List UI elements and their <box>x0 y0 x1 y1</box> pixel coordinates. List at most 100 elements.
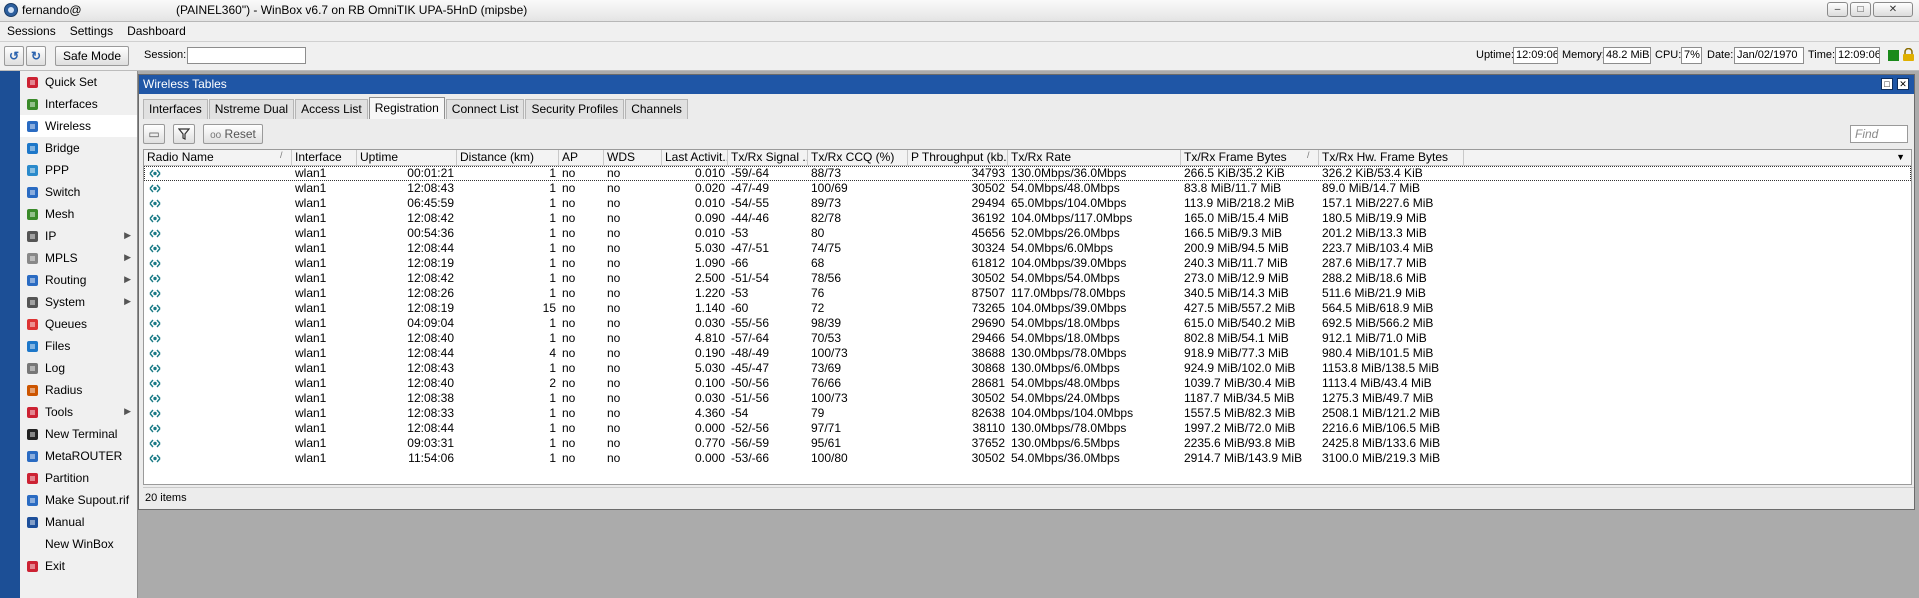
table-row[interactable]: wlan1 12:08:42 1 no no 0.090 -44/-46 82/78 36192… <box>144 211 1911 226</box>
column-header-throughput[interactable]: P Throughput (kb... <box>908 150 1008 165</box>
column-header-signal[interactable]: Tx/Rx Signal ... <box>728 150 808 165</box>
column-header-interface[interactable]: Interface <box>292 150 357 165</box>
cell-rate: 130.0Mbps/6.5Mbps <box>1011 436 1120 450</box>
cell-last-activity: 4.810 <box>694 331 725 345</box>
menu-sessions[interactable]: Sessions <box>0 22 63 41</box>
sidebar-item-make-supout-rif[interactable]: Make Supout.rif <box>20 489 137 511</box>
cell-ap: no <box>562 271 576 285</box>
table-row[interactable]: wlan1 12:08:40 1 no no 4.810 -57/-64 70/53 29466… <box>144 331 1911 346</box>
column-header-frame-bytes[interactable]: Tx/Rx Frame Bytes <box>1181 150 1319 165</box>
window-close-icon[interactable]: ✕ <box>1897 78 1909 90</box>
sidebar-item-ppp[interactable]: PPP <box>20 159 137 181</box>
menu-settings[interactable]: Settings <box>63 22 120 41</box>
maximize-button[interactable]: □ <box>1850 2 1871 17</box>
sidebar-item-switch[interactable]: Switch <box>20 181 137 203</box>
table-row[interactable]: wlan1 12:08:43 1 no no 5.030 -45/-47 73/69 30868… <box>144 361 1911 376</box>
uptime-label: Uptime: <box>1476 49 1514 61</box>
column-menu-icon[interactable]: ▼ <box>1896 152 1905 162</box>
table-row[interactable]: wlan1 12:08:38 1 no no 0.030 -51/-56 100/73 3050… <box>144 391 1911 406</box>
sidebar-item-new-terminal[interactable]: New Terminal <box>20 423 137 445</box>
sidebar-item-label: MPLS <box>45 251 78 265</box>
sidebar-item-files[interactable]: Files <box>20 335 137 357</box>
filter-button[interactable] <box>173 124 195 144</box>
column-header-uptime[interactable]: Uptime <box>357 150 457 165</box>
close-button[interactable]: ✕ <box>1873 2 1913 17</box>
sidebar-item-manual[interactable]: Manual <box>20 511 137 533</box>
wireless-window-titlebar[interactable]: Wireless Tables □ ✕ <box>139 75 1914 94</box>
column-header-last-activity[interactable]: Last Activit... <box>662 150 728 165</box>
sidebar-item-tools[interactable]: Tools ▶ <box>20 401 137 423</box>
table-row[interactable]: wlan1 06:45:59 1 no no 0.010 -54/-55 89/73 29494… <box>144 196 1911 211</box>
sidebar-item-new-winbox[interactable]: New WinBox <box>20 533 137 555</box>
undo-button[interactable]: ↺ <box>4 46 24 66</box>
item-count: 20 items <box>143 487 1914 508</box>
wireless-tables-window[interactable]: Wireless Tables □ ✕ Interfaces Nstreme Du… <box>138 74 1915 510</box>
cell-wds: no <box>607 286 621 300</box>
table-row[interactable]: wlan1 00:01:21 1 no no 0.010 -59/-64 88/73 34793… <box>144 166 1911 181</box>
menu-dashboard[interactable]: Dashboard <box>120 22 193 41</box>
tab-nstreme-dual[interactable]: Nstreme Dual <box>208 99 295 119</box>
table-row[interactable]: wlan1 09:03:31 1 no no 0.770 -56/-59 95/61 37652… <box>144 436 1911 451</box>
redo-button[interactable]: ↻ <box>26 46 46 66</box>
remove-button[interactable]: ▭ <box>143 124 165 144</box>
cell-rate: 65.0Mbps/104.0Mbps <box>1011 196 1127 210</box>
reset-button[interactable]: oo Reset <box>203 124 263 144</box>
cell-frame-bytes: 200.9 MiB/94.5 MiB <box>1184 241 1289 255</box>
cell-hw-frame-bytes: 912.1 MiB/71.0 MiB <box>1322 331 1427 345</box>
safe-mode-button[interactable]: Safe Mode <box>55 46 129 66</box>
table-row[interactable]: wlan1 00:54:36 1 no no 0.010 -53 80 45656 52.0Mbp… <box>144 226 1911 241</box>
sidebar-item-mesh[interactable]: Mesh <box>20 203 137 225</box>
table-row[interactable]: wlan1 12:08:19 1 no no 1.090 -66 68 61812 104.0Mb… <box>144 256 1911 271</box>
wireless-window-title: Wireless Tables <box>143 77 227 91</box>
sidebar-item-queues[interactable]: Queues <box>20 313 137 335</box>
table-row[interactable]: wlan1 11:54:06 1 no no 0.000 -53/-66 100/80 3050… <box>144 451 1911 466</box>
column-header-rate[interactable]: Tx/Rx Rate <box>1008 150 1181 165</box>
tab-security-profiles[interactable]: Security Profiles <box>525 99 625 119</box>
tab-access-list[interactable]: Access List <box>295 99 368 119</box>
tab-connect-list[interactable]: Connect List <box>445 99 525 119</box>
sidebar-item-partition[interactable]: Partition <box>20 467 137 489</box>
table-row[interactable]: wlan1 12:08:40 2 no no 0.100 -50/-56 76/66 28681… <box>144 376 1911 391</box>
column-header-radio-name[interactable]: Radio Name <box>144 150 292 165</box>
sidebar-item-interfaces[interactable]: Interfaces <box>20 93 137 115</box>
cell-signal: -52/-56 <box>731 421 770 435</box>
sidebar-item-routing[interactable]: Routing ▶ <box>20 269 137 291</box>
column-header-wds[interactable]: WDS <box>604 150 662 165</box>
sidebar-item-log[interactable]: Log <box>20 357 137 379</box>
cell-uptime: 12:08:44 <box>407 346 454 360</box>
sidebar-item-wireless[interactable]: Wireless <box>20 115 137 137</box>
column-header-ap[interactable]: AP <box>559 150 604 165</box>
table-row[interactable]: wlan1 12:08:42 1 no no 2.500 -51/-54 78/56 30502… <box>144 271 1911 286</box>
sidebar-item-quick-set[interactable]: Quick Set <box>20 71 137 93</box>
sidebar-item-exit[interactable]: Exit <box>20 555 137 577</box>
sidebar-item-radius[interactable]: Radius <box>20 379 137 401</box>
column-header-ccq[interactable]: Tx/Rx CCQ (%) <box>808 150 908 165</box>
table-row[interactable]: wlan1 12:08:44 1 no no 5.030 -47/-51 74/75 30324… <box>144 241 1911 256</box>
tab-channels[interactable]: Channels <box>625 99 688 119</box>
session-field[interactable] <box>187 47 306 64</box>
cell-last-activity: 0.030 <box>694 316 725 330</box>
table-row[interactable]: wlan1 12:08:33 1 no no 4.360 -54 79 82638 104.0Mb… <box>144 406 1911 421</box>
table-row[interactable]: wlan1 12:08:19 15 no no 1.140 -60 72 73265 104.0M… <box>144 301 1911 316</box>
sidebar-item-ip[interactable]: IP ▶ <box>20 225 137 247</box>
table-row[interactable]: wlan1 12:08:26 1 no no 1.220 -53 76 87507 117.0Mb… <box>144 286 1911 301</box>
window-maximize-icon[interactable]: □ <box>1881 78 1893 90</box>
sidebar-item-metarouter[interactable]: MetaROUTER <box>20 445 137 467</box>
tab-interfaces[interactable]: Interfaces <box>143 99 208 119</box>
window-title-bar[interactable]: fernando@ (PAINEL360") - WinBox v6.7 on … <box>0 0 1919 22</box>
table-row[interactable]: wlan1 12:08:44 4 no no 0.190 -48/-49 100/73 3868… <box>144 346 1911 361</box>
table-row[interactable]: wlan1 12:08:44 1 no no 0.000 -52/-56 97/71 38110… <box>144 421 1911 436</box>
column-header-distance[interactable]: Distance (km) <box>457 150 559 165</box>
cell-interface: wlan1 <box>295 391 327 405</box>
sidebar-menu: Quick Set Interfaces Wireless Bridge PPP Swit… <box>20 71 138 598</box>
cell-ap: no <box>562 256 576 270</box>
tab-registration[interactable]: Registration <box>368 97 445 119</box>
table-row[interactable]: wlan1 04:09:04 1 no no 0.030 -55/-56 98/39 29690… <box>144 316 1911 331</box>
table-row[interactable]: wlan1 12:08:43 1 no no 0.020 -47/-49 100/69 3050… <box>144 181 1911 196</box>
sidebar-item-system[interactable]: System ▶ <box>20 291 137 313</box>
column-header-hw-frame-bytes[interactable]: Tx/Rx Hw. Frame Bytes <box>1319 150 1464 165</box>
sidebar-item-bridge[interactable]: Bridge <box>20 137 137 159</box>
find-input[interactable]: Find <box>1850 125 1908 143</box>
minimize-button[interactable]: – <box>1827 2 1848 17</box>
sidebar-item-mpls[interactable]: MPLS ▶ <box>20 247 137 269</box>
